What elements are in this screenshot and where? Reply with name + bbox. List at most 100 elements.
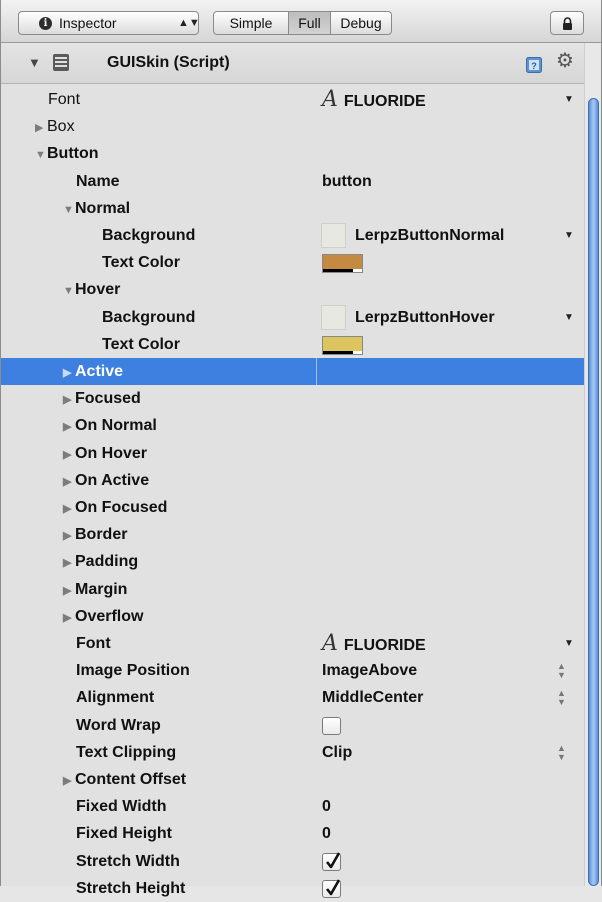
property-label: ▶ On Focused	[63, 494, 167, 523]
mode-simple-button[interactable]: Simple	[213, 11, 289, 35]
foldout-label[interactable]: On Focused	[75, 499, 167, 516]
lock-button[interactable]	[550, 11, 584, 35]
foldout-expanded-icon[interactable]: ▼	[28, 55, 41, 70]
foldout-label[interactable]: Active	[75, 363, 123, 380]
inspector-dropdown[interactable]: i Inspector ▲▼	[18, 11, 200, 35]
property-row-normal[interactable]: ▼Normal	[1, 195, 585, 222]
mode-debug-button[interactable]: Debug	[330, 11, 392, 35]
foldout-collapsed-icon[interactable]: ▶	[63, 550, 75, 577]
foldout-label[interactable]: On Hover	[75, 445, 147, 462]
property-label: Fixed Height	[76, 825, 173, 843]
property-label: ▶ Margin	[63, 576, 127, 605]
property-row-button[interactable]: ▼Button	[1, 140, 585, 167]
property-row-focused[interactable]: ▶ Focused	[1, 385, 585, 412]
up-down-arrows-icon[interactable]: ▲ ▼	[557, 657, 566, 680]
foldout-expanded-icon[interactable]: ▼	[63, 197, 75, 224]
property-row-image-position: Image Position ImageAbove ▲ ▼	[1, 657, 585, 684]
dropdown-arrow-icon[interactable]: ▼	[564, 222, 574, 249]
checkbox[interactable]	[322, 716, 341, 735]
foldout-collapsed-icon[interactable]: ▶	[63, 469, 75, 496]
foldout-collapsed-icon[interactable]: ▶	[63, 442, 75, 469]
foldout-label[interactable]: Padding	[75, 553, 138, 570]
foldout-expanded-icon[interactable]: ▼	[63, 278, 75, 305]
component-title: GUISkin (Script)	[107, 54, 230, 71]
dropdown-arrow-icon[interactable]: ▼	[564, 630, 574, 657]
property-row-content-offset[interactable]: ▶ Content Offset	[1, 766, 585, 793]
property-label: Text Clipping	[76, 743, 177, 761]
property-row-border[interactable]: ▶ Border	[1, 521, 585, 548]
enum-popup[interactable]: Clip	[322, 739, 352, 766]
texture-thumbnail[interactable]	[321, 223, 346, 248]
foldout-collapsed-icon[interactable]: ▶	[63, 496, 75, 523]
foldout-collapsed-icon[interactable]: ▶	[35, 115, 47, 142]
property-row-on-active[interactable]: ▶ On Active	[1, 467, 585, 494]
property-label: Text Color	[102, 254, 180, 272]
component-header[interactable]: ▼ GUISkin (Script) ? ⚙	[1, 43, 601, 84]
property-label: Image Position	[76, 662, 190, 680]
foldout-collapsed-icon[interactable]: ▶	[63, 387, 75, 414]
property-label: ▶ Active	[63, 358, 123, 387]
texture-thumbnail[interactable]	[321, 304, 346, 330]
foldout-collapsed-icon[interactable]: ▶	[63, 523, 75, 550]
up-down-arrows-icon[interactable]: ▲ ▼	[557, 684, 566, 707]
foldout-label[interactable]: On Normal	[75, 417, 157, 434]
mode-full-button[interactable]: Full	[288, 11, 331, 35]
dropdown-arrow-icon[interactable]: ▼	[564, 304, 574, 331]
foldout-label[interactable]: Margin	[75, 581, 127, 598]
property-row-hover[interactable]: ▼Hover	[1, 276, 585, 303]
enum-popup[interactable]: ImageAbove	[322, 657, 417, 684]
checkbox[interactable]	[322, 851, 341, 871]
property-label: ▶ On Hover	[63, 440, 147, 469]
property-row-on-focused[interactable]: ▶ On Focused	[1, 494, 585, 521]
foldout-collapsed-icon[interactable]: ▶	[63, 414, 75, 441]
property-label: ▼Button	[35, 140, 99, 169]
text-field[interactable]: 0	[322, 820, 331, 847]
checkmark-icon	[325, 851, 341, 868]
foldout-collapsed-icon[interactable]: ▶	[63, 768, 75, 795]
property-row-margin[interactable]: ▶ Margin	[1, 576, 585, 603]
text-field[interactable]: button	[322, 168, 372, 195]
property-row-on-normal[interactable]: ▶ On Normal	[1, 412, 585, 439]
foldout-collapsed-icon[interactable]: ▶	[63, 578, 75, 605]
color-swatch[interactable]	[322, 254, 363, 274]
property-label: ▶ Box	[35, 113, 75, 142]
font-field[interactable]: A FLUORIDE	[322, 630, 426, 659]
enum-popup[interactable]: MiddleCenter	[322, 684, 423, 711]
scrollbar-thumb[interactable]	[588, 98, 599, 886]
texture-name[interactable]: LerpzButtonHover	[355, 304, 495, 331]
foldout-label[interactable]: On Active	[75, 472, 149, 489]
property-row-box[interactable]: ▶ Box	[1, 113, 585, 140]
property-label: Stretch Height	[76, 879, 186, 897]
foldout-collapsed-icon[interactable]: ▶	[63, 605, 75, 632]
foldout-label[interactable]: Focused	[75, 390, 141, 407]
vertical-scrollbar[interactable]	[584, 43, 601, 886]
dropdown-arrow-icon[interactable]: ▼	[564, 86, 574, 113]
foldout-label[interactable]: Overflow	[75, 608, 143, 625]
property-row-on-hover[interactable]: ▶ On Hover	[1, 440, 585, 467]
property-row-padding[interactable]: ▶ Padding	[1, 548, 585, 575]
property-row-active[interactable]: ▶ Active	[1, 358, 585, 385]
foldout-label[interactable]: Normal	[75, 200, 130, 217]
foldout-collapsed-icon[interactable]: ▶	[63, 360, 75, 387]
property-row-overflow[interactable]: ▶ Overflow	[1, 603, 585, 630]
foldout-label[interactable]: Content Offset	[75, 771, 186, 788]
foldout-expanded-icon[interactable]: ▼	[35, 142, 47, 169]
up-down-arrows-icon[interactable]: ▲ ▼	[557, 739, 566, 762]
color-swatch[interactable]	[322, 335, 363, 355]
checkbox[interactable]	[322, 879, 341, 898]
property-label: Font	[76, 635, 111, 652]
text-field[interactable]: 0	[322, 793, 331, 820]
foldout-label[interactable]: Box	[47, 118, 75, 135]
property-row-background: Background LerpzButtonNormal ▼	[1, 222, 585, 249]
foldout-label[interactable]: Border	[75, 526, 127, 543]
foldout-label[interactable]: Button	[47, 145, 99, 162]
gear-icon[interactable]: ⚙	[556, 51, 574, 71]
checkmark-icon	[325, 879, 341, 896]
font-field[interactable]: A FLUORIDE	[322, 86, 426, 115]
help-icon[interactable]: ?	[526, 57, 542, 73]
texture-name[interactable]: LerpzButtonNormal	[355, 222, 504, 249]
property-row-fixed-height: Fixed Height 0	[1, 820, 585, 847]
property-row-word-wrap: Word Wrap	[1, 712, 585, 739]
foldout-label[interactable]: Hover	[75, 281, 120, 298]
lock-icon	[563, 17, 572, 30]
